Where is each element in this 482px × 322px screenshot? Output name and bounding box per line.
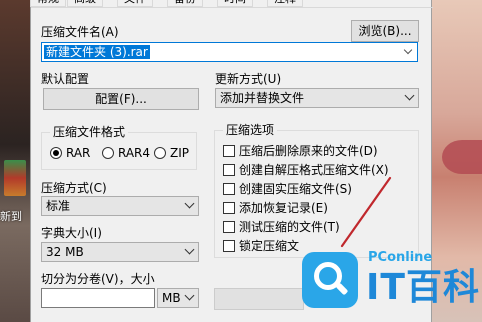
radio-zip-label: ZIP [170, 146, 189, 160]
watermark-brand: PConline [368, 250, 433, 265]
tab-backup[interactable]: 备份 [167, 0, 203, 7]
checkbox-lock-archive[interactable] [223, 240, 235, 252]
chevron-down-icon [184, 198, 195, 209]
chevron-down-icon [404, 90, 415, 101]
radio-rar4[interactable] [102, 147, 114, 159]
option-test-files-label: 测试压缩的文件(T) [239, 220, 340, 234]
profiles-button[interactable]: 配置(F)... [43, 88, 199, 110]
tab-files[interactable]: 文件 [117, 0, 153, 7]
browse-button[interactable]: 浏览(B)... [351, 20, 419, 42]
update-mode-label: 更新方式(U) [215, 72, 282, 86]
chevron-down-icon[interactable] [403, 45, 413, 55]
compression-method-value: 标准 [46, 199, 71, 213]
archiving-options-title: 压缩选项 [223, 123, 278, 137]
option-recovery-record-label: 添加恢复记录(E) [239, 201, 328, 215]
checkbox-solid[interactable] [223, 183, 235, 195]
dictionary-size-label: 字典大小(I) [41, 226, 102, 240]
archive-format-title: 压缩文件格式 [50, 125, 129, 139]
tab-comment[interactable]: 注释 [267, 0, 303, 7]
profiles-label: 默认配置 [41, 72, 90, 86]
radio-zip[interactable] [154, 147, 166, 159]
logo-tail [335, 282, 349, 296]
radio-rar-label: RAR [66, 146, 91, 160]
tab-advanced[interactable]: 高级 [67, 0, 103, 7]
compression-method-label: 压缩方式(C) [41, 181, 107, 195]
pconline-logo-icon [302, 252, 358, 308]
archive-name-label: 压缩文件名(A) [41, 25, 119, 39]
split-size-input[interactable] [41, 288, 155, 308]
desktop-app-icon[interactable] [4, 160, 26, 196]
tab-general[interactable]: 常规 [30, 0, 66, 7]
checkbox-delete-after[interactable] [223, 145, 235, 157]
option-delete-after-label: 压缩后删除原来的文件(D) [239, 144, 378, 158]
wallpaper-lip [442, 140, 482, 174]
compression-method-select[interactable]: 标准 [41, 196, 199, 216]
radio-rar4-label: RAR4 [118, 146, 151, 160]
radio-rar[interactable] [50, 147, 62, 159]
desktop-icon-label: 新到 [0, 210, 22, 223]
archive-name-value: 新建文件夹 (3).rar [44, 45, 150, 59]
checkbox-test-files[interactable] [223, 221, 235, 233]
watermark-text: IT百科 [366, 267, 480, 308]
split-unit-value: MB [162, 291, 181, 305]
checkbox-recovery-record[interactable] [223, 202, 235, 214]
option-sfx-label: 创建自解压格式压缩文件(X) [239, 163, 389, 177]
archive-format-group: 压缩文件格式 RAR RAR4 ZIP [41, 125, 197, 170]
tab-strip: 常规 高级 文件 备份 时间 注释 [30, 0, 433, 8]
update-mode-select[interactable]: 添加并替换文件 [215, 88, 419, 108]
pconline-watermark: PConline IT百科 [290, 236, 482, 322]
split-volumes-label: 切分为分卷(V)，大小 [41, 272, 155, 286]
option-solid-label: 创建固实压缩文件(S) [239, 182, 352, 196]
chevron-down-icon [184, 290, 195, 301]
chevron-down-icon [184, 244, 195, 255]
dictionary-size-value: 32 MB [46, 245, 84, 259]
split-unit-select[interactable]: MB [157, 288, 199, 308]
archive-name-input[interactable]: 新建文件夹 (3).rar [41, 42, 418, 62]
update-mode-value: 添加并替换文件 [220, 91, 305, 105]
dictionary-size-select[interactable]: 32 MB [41, 242, 199, 262]
checkbox-sfx[interactable] [223, 164, 235, 176]
tab-time[interactable]: 时间 [217, 0, 253, 7]
